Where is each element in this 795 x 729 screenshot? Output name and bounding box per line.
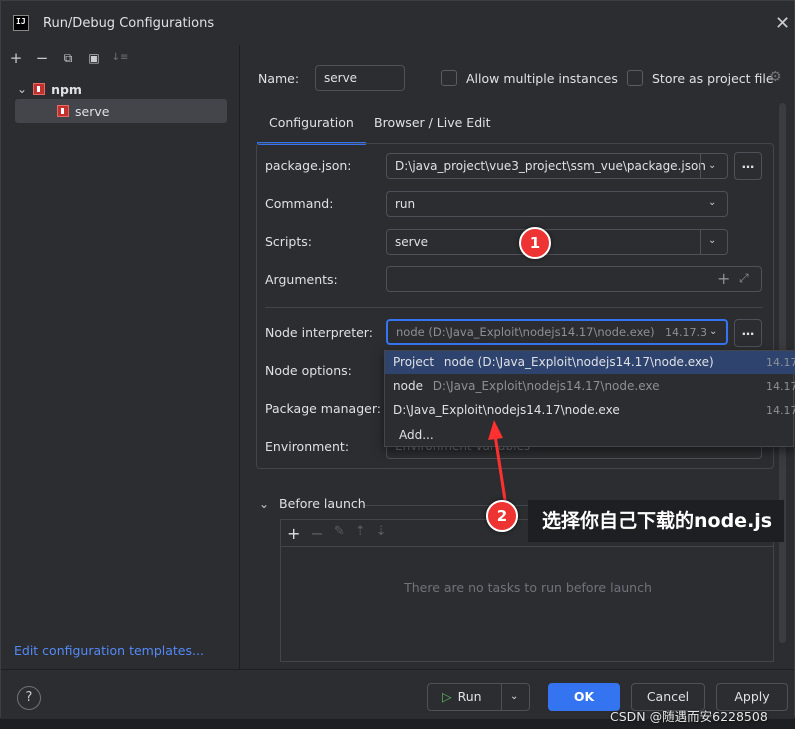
arrow-head	[488, 420, 503, 440]
step-badge-1: 1	[519, 227, 551, 259]
annotation-arrow	[488, 420, 507, 501]
arrow-line	[493, 434, 507, 501]
annotation-note: 选择你自己下载的node.js	[528, 500, 784, 542]
step-badge-2: 2	[486, 500, 518, 532]
watermark: CSDN @随遇而安6228508	[610, 709, 768, 724]
